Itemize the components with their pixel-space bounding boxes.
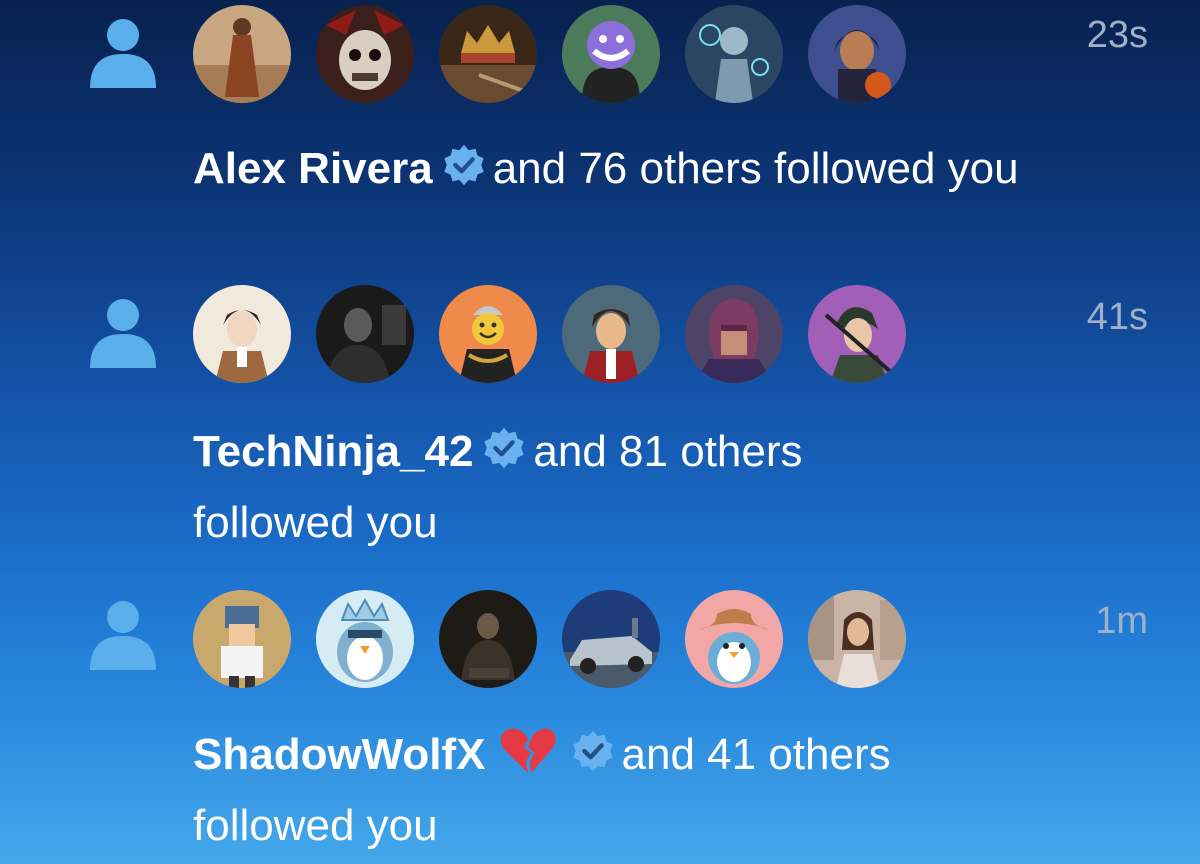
user-name[interactable]: ShadowWolfX [193, 730, 486, 779]
cyber-robot-avatar[interactable] [685, 5, 783, 103]
person-icon [90, 299, 156, 368]
magneto-avatar[interactable] [685, 285, 783, 383]
dark-figure-avatar[interactable] [439, 590, 537, 688]
notification-suffix: and 76 others followed you [492, 144, 1019, 193]
anime-character-avatar[interactable] [808, 5, 906, 103]
notification-text: Alex Rivera and 76 others followed you [193, 133, 1093, 204]
crown-avatar[interactable] [439, 5, 537, 103]
person-icon [90, 601, 156, 670]
person-icon [90, 19, 156, 88]
skull-warrior-avatar[interactable] [316, 5, 414, 103]
timestamp: 41s [1086, 296, 1148, 338]
timestamp: 1m [1095, 600, 1148, 642]
crown-penguin-avatar[interactable] [316, 590, 414, 688]
verified-badge-icon [484, 427, 525, 469]
car-avatar[interactable] [562, 590, 660, 688]
user-name[interactable]: TechNinja_42 [193, 427, 473, 476]
anime-boy-avatar[interactable] [562, 285, 660, 383]
dark-photo-avatar[interactable] [316, 285, 414, 383]
woman-photo-avatar[interactable] [808, 590, 906, 688]
broken-heart-icon [500, 728, 556, 773]
pixel-character-avatar[interactable] [193, 590, 291, 688]
notification-text: ShadowWolfX and 41 others followed you [193, 719, 1013, 861]
notification-text: TechNinja_42 and 81 others followed you [193, 416, 933, 558]
ninja-girl-avatar[interactable] [808, 285, 906, 383]
monk-avatar[interactable] [193, 5, 291, 103]
purple-troll-avatar[interactable] [562, 5, 660, 103]
cowboy-penguin-avatar[interactable] [685, 590, 783, 688]
verified-badge-icon [572, 730, 613, 772]
smiley-avatar[interactable] [439, 285, 537, 383]
verified-badge-icon [444, 144, 484, 186]
anime-soldier-avatar[interactable] [193, 285, 291, 383]
timestamp: 23s [1086, 14, 1148, 56]
user-name[interactable]: Alex Rivera [193, 144, 433, 193]
